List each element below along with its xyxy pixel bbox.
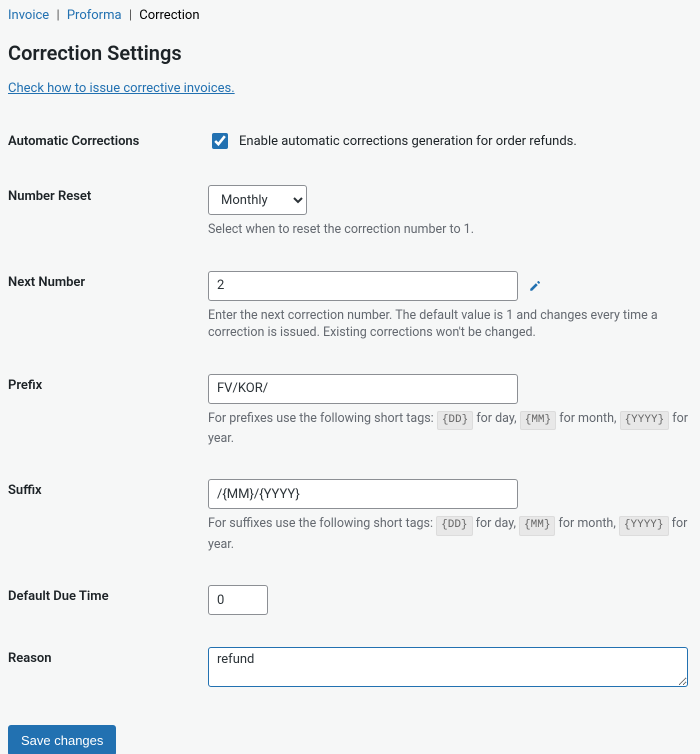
label-next-number: Next Number — [8, 255, 208, 358]
label-prefix: Prefix — [8, 358, 208, 464]
prefix-input[interactable] — [208, 374, 518, 404]
auto-corrections-checkbox[interactable] — [212, 133, 228, 149]
label-number-reset: Number Reset — [8, 169, 208, 255]
save-button[interactable]: Save changes — [8, 725, 116, 754]
reason-textarea[interactable]: refund — [208, 647, 688, 687]
tab-proforma[interactable]: Proforma — [67, 8, 122, 23]
suffix-desc: For suffixes use the following short tag… — [208, 515, 692, 553]
help-link[interactable]: Check how to issue corrective invoices. — [8, 81, 235, 96]
settings-form: Automatic Corrections Enable automatic c… — [8, 114, 692, 707]
tag-dd: {DD} — [436, 516, 472, 535]
label-due-time: Default Due Time — [8, 569, 208, 631]
number-reset-desc: Select when to reset the correction numb… — [208, 221, 692, 239]
tab-correction: Correction — [139, 8, 199, 23]
auto-corrections-text: Enable automatic corrections generation … — [239, 134, 577, 149]
next-number-input — [208, 271, 518, 301]
tab-separator: | — [125, 8, 136, 23]
number-reset-select[interactable]: Monthly — [208, 185, 307, 215]
next-number-desc: Enter the next correction number. The de… — [208, 307, 692, 342]
tag-yyyy: {YYYY} — [619, 516, 669, 535]
label-auto-corrections: Automatic Corrections — [8, 114, 208, 169]
due-time-input[interactable] — [208, 585, 268, 615]
tab-separator: | — [52, 8, 63, 23]
prefix-desc: For prefixes use the following short tag… — [208, 410, 692, 448]
page-title: Correction Settings — [8, 41, 692, 65]
auto-corrections-row[interactable]: Enable automatic corrections generation … — [208, 130, 692, 152]
label-reason: Reason — [8, 631, 208, 707]
tag-dd: {DD} — [437, 411, 473, 430]
label-suffix: Suffix — [8, 463, 208, 569]
tag-mm: {MM} — [520, 411, 556, 430]
tabs: Invoice | Proforma | Correction — [8, 6, 692, 31]
suffix-input[interactable] — [208, 479, 518, 509]
tag-mm: {MM} — [519, 516, 555, 535]
tab-invoice[interactable]: Invoice — [8, 8, 49, 23]
edit-icon[interactable] — [528, 278, 543, 293]
tag-yyyy: {YYYY} — [620, 411, 670, 430]
